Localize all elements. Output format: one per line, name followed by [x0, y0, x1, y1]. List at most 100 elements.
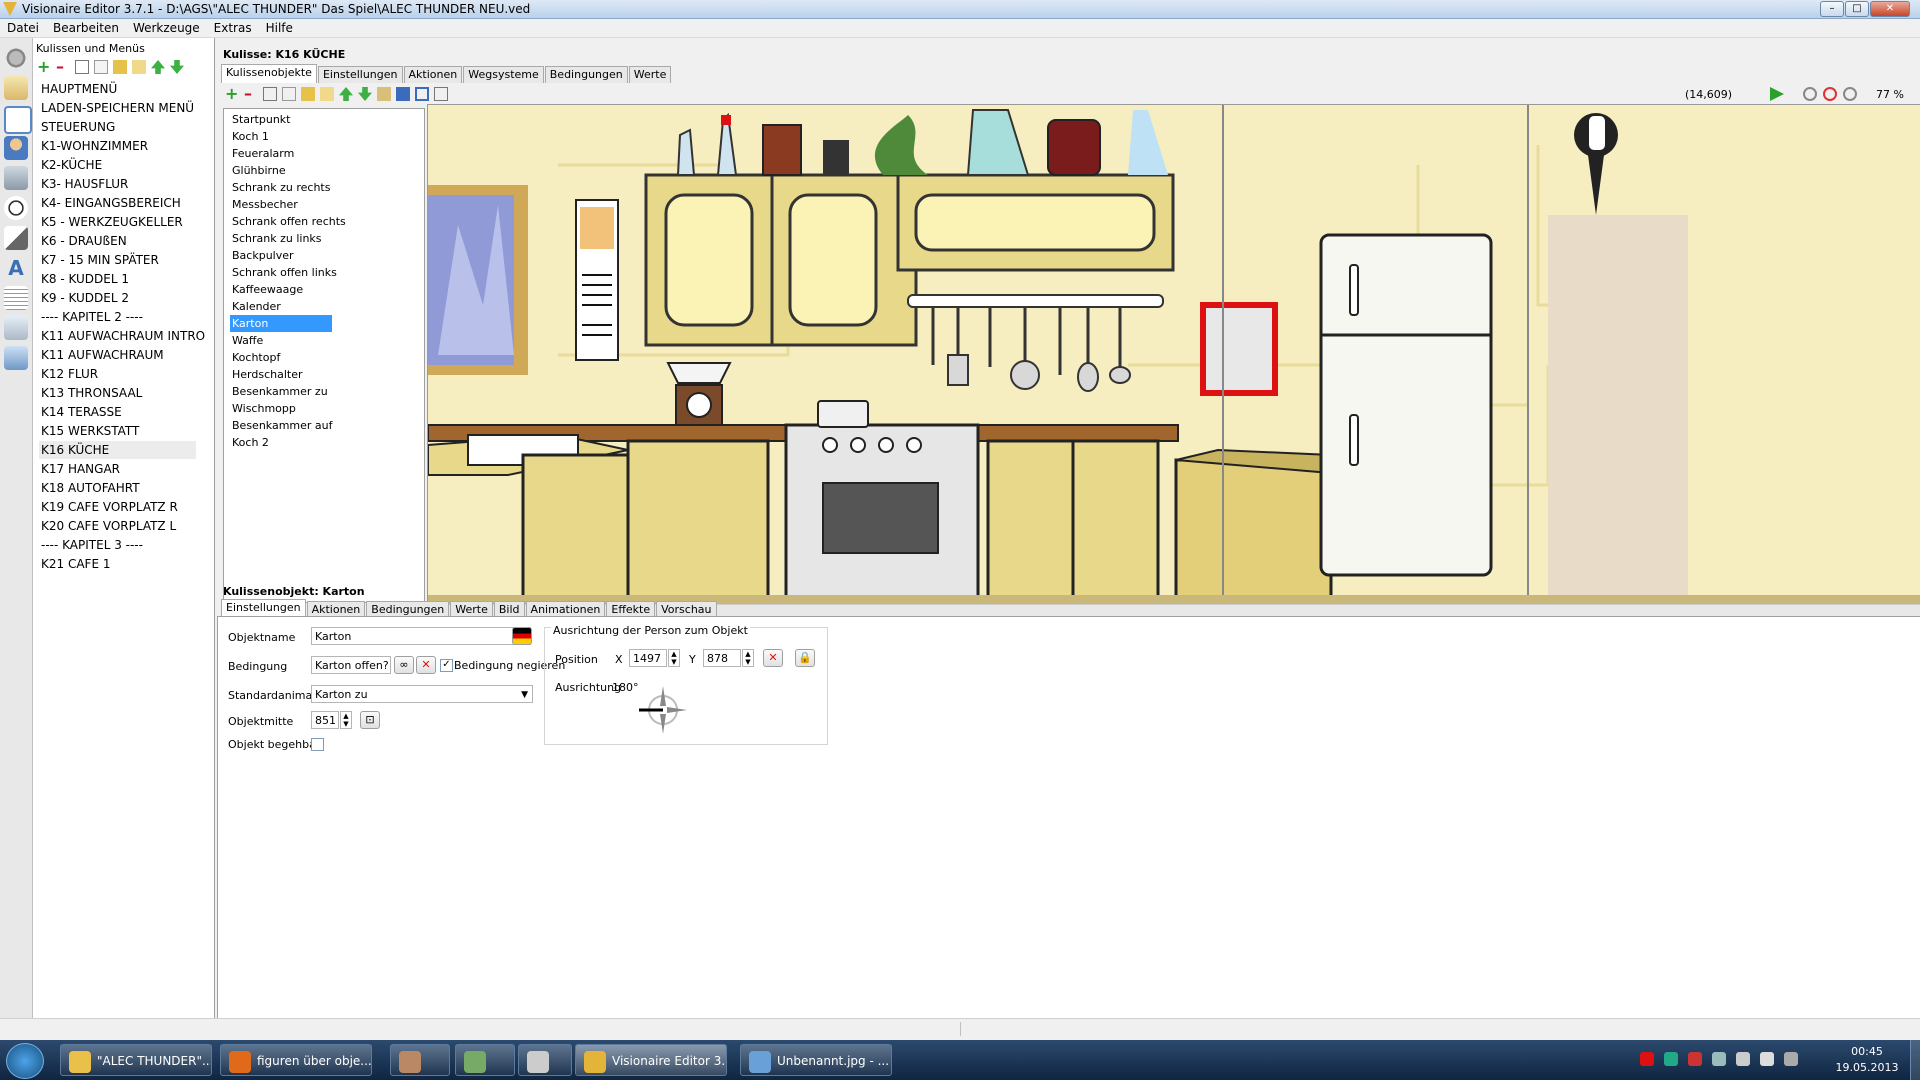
- position-y-input[interactable]: 878: [703, 649, 741, 667]
- begehbar-checkbox[interactable]: [311, 738, 324, 751]
- task-app-3-button[interactable]: [518, 1044, 572, 1076]
- ball-icon[interactable]: [4, 196, 28, 220]
- object-move-up-icon[interactable]: [339, 87, 353, 101]
- copy-scene-icon[interactable]: [94, 60, 108, 74]
- scene-list-item[interactable]: K15 WERKSTATT: [39, 422, 196, 440]
- scene-object-item[interactable]: Wischmopp: [230, 400, 332, 417]
- link-icon[interactable]: [377, 87, 391, 101]
- move-down-icon[interactable]: [170, 60, 184, 74]
- tray-antivirus-icon[interactable]: [1640, 1052, 1654, 1066]
- scene-object-item[interactable]: Kochtopf: [230, 349, 332, 366]
- task-paint-button[interactable]: Unbenannt.jpg - ...: [740, 1044, 892, 1076]
- document-edit-icon[interactable]: [4, 346, 28, 370]
- scene-list-item[interactable]: K9 - KUDDEL 2: [39, 289, 196, 307]
- scene-object-item[interactable]: Besenkammer zu: [230, 383, 332, 400]
- tray-flash-icon[interactable]: [1688, 1052, 1702, 1066]
- scene-object-item[interactable]: Schrank offen rechts: [230, 213, 346, 230]
- scene-list-item[interactable]: LADEN-SPEICHERN MENÜ: [39, 99, 196, 117]
- folder-icon[interactable]: [132, 60, 146, 74]
- tab-kulissenobjekte[interactable]: Kulissenobjekte: [221, 64, 317, 83]
- task-app-1-button[interactable]: [390, 1044, 450, 1076]
- lock-icon[interactable]: 🔒: [795, 649, 815, 667]
- scene-object-item[interactable]: Koch 1: [230, 128, 332, 145]
- play-icon[interactable]: [1770, 87, 1784, 101]
- tray-volume-icon[interactable]: [1736, 1052, 1750, 1066]
- scene-object-item[interactable]: Kaffeewaage: [230, 281, 332, 298]
- scene-list-item[interactable]: K11 AUFWACHRAUM: [39, 346, 196, 364]
- object-folder-icon[interactable]: [320, 87, 334, 101]
- add-object-icon[interactable]: +: [225, 86, 239, 102]
- scene-list-item[interactable]: K7 - 15 MIN SPÄTER: [39, 251, 196, 269]
- maximize-button[interactable]: □: [1845, 1, 1869, 17]
- clear-condition-icon[interactable]: ✕: [416, 656, 436, 674]
- rename-scene-icon[interactable]: [75, 60, 89, 74]
- delete-scene-icon[interactable]: –: [56, 59, 70, 75]
- tab-einstellungen[interactable]: Einstellungen: [317, 66, 403, 83]
- fit-view-icon[interactable]: [415, 87, 429, 101]
- clock-time[interactable]: 00:45: [1832, 1045, 1902, 1058]
- scene-list-item[interactable]: K18 AUTOFAHRT: [39, 479, 196, 497]
- scene-list-item[interactable]: K11 AUFWACHRAUM INTRO: [39, 327, 205, 345]
- scene-list-item[interactable]: K6 - DRAUßEN: [39, 232, 196, 250]
- settings-gear-icon[interactable]: [4, 46, 28, 70]
- position-y-spinner[interactable]: ▲ ▼: [742, 649, 754, 667]
- clock-date[interactable]: 19.05.2013: [1832, 1061, 1902, 1074]
- scene-list-item[interactable]: K1-WOHNZIMMER: [39, 137, 196, 155]
- task-visionaire-button[interactable]: Visionaire Editor 3...: [575, 1044, 727, 1076]
- delete-object-icon[interactable]: –: [244, 86, 258, 102]
- scene-object-item[interactable]: Schrank zu rechts: [230, 179, 332, 196]
- font-icon[interactable]: A: [4, 256, 28, 280]
- clear-position-icon[interactable]: ✕: [763, 649, 783, 667]
- objektmitte-spinner[interactable]: ▲ ▼: [340, 711, 352, 729]
- pick-center-icon[interactable]: ⊡: [360, 711, 380, 729]
- scene-object-item[interactable]: Messbecher: [230, 196, 332, 213]
- add-scene-icon[interactable]: +: [37, 59, 51, 75]
- tray-flag-icon[interactable]: [1760, 1052, 1774, 1066]
- object-move-down-icon[interactable]: [358, 87, 372, 101]
- menu-datei[interactable]: Datei: [0, 19, 46, 37]
- tray-network-icon[interactable]: [1712, 1052, 1726, 1066]
- hourglass-icon[interactable]: [4, 76, 28, 100]
- cursor-icon[interactable]: [4, 226, 28, 250]
- zoom-reset-icon[interactable]: [1823, 87, 1837, 101]
- scene-list-item[interactable]: K16 KÜCHE: [39, 441, 196, 459]
- car-icon[interactable]: [4, 316, 28, 340]
- scene-object-item[interactable]: Schrank zu links: [230, 230, 332, 247]
- tab-bedingungen[interactable]: Bedingungen: [544, 66, 628, 83]
- scene-list-item[interactable]: ---- KAPITEL 2 ----: [39, 308, 196, 326]
- scene-list-item[interactable]: K12 FLUR: [39, 365, 196, 383]
- scene-list-item[interactable]: STEUERUNG: [39, 118, 196, 136]
- scene-list-item[interactable]: HAUPTMENÜ: [39, 80, 196, 98]
- task-app-2-button[interactable]: [455, 1044, 515, 1076]
- scene-list-item[interactable]: K2-KÜCHE: [39, 156, 196, 174]
- scene-object-item[interactable]: Waffe: [230, 332, 332, 349]
- zoom-out-icon[interactable]: [1843, 87, 1857, 101]
- scene-list-item[interactable]: K17 HANGAR: [39, 460, 196, 478]
- character-icon[interactable]: [4, 136, 28, 160]
- direction-compass[interactable]: [637, 684, 689, 736]
- move-up-icon[interactable]: [151, 60, 165, 74]
- scene-object-item[interactable]: Startpunkt: [230, 111, 332, 128]
- scene-object-item[interactable]: Karton: [230, 315, 332, 332]
- paste-object-icon[interactable]: [301, 87, 315, 101]
- home-scene-icon[interactable]: [4, 106, 32, 134]
- scene-list-item[interactable]: ---- KAPITEL 3 ----: [39, 536, 196, 554]
- start-button[interactable]: [6, 1043, 44, 1079]
- task-firefox-button[interactable]: figuren über obje...: [220, 1044, 372, 1076]
- scene-object-item[interactable]: Kalender: [230, 298, 332, 315]
- menu-extras[interactable]: Extras: [207, 19, 259, 37]
- tray-power-icon[interactable]: [1784, 1052, 1798, 1066]
- scene-list-item[interactable]: K4- EINGANGSBEREICH: [39, 194, 196, 212]
- scene-canvas[interactable]: [427, 104, 1920, 606]
- scene-list-item[interactable]: K8 - KUDDEL 1: [39, 270, 196, 288]
- text-list-icon[interactable]: [4, 286, 28, 310]
- menu-hilfe[interactable]: Hilfe: [259, 19, 300, 37]
- show-desktop-button[interactable]: [1910, 1040, 1920, 1080]
- tray-update-icon[interactable]: [1664, 1052, 1678, 1066]
- scene-object-item[interactable]: Besenkammer auf: [230, 417, 333, 434]
- scene-object-item[interactable]: Schrank offen links: [230, 264, 337, 281]
- link-condition-icon[interactable]: ∞: [394, 656, 414, 674]
- scene-object-item[interactable]: Feueralarm: [230, 145, 332, 162]
- zoom-in-icon[interactable]: [1803, 87, 1817, 101]
- scene-list-item[interactable]: K13 THRONSAAL: [39, 384, 196, 402]
